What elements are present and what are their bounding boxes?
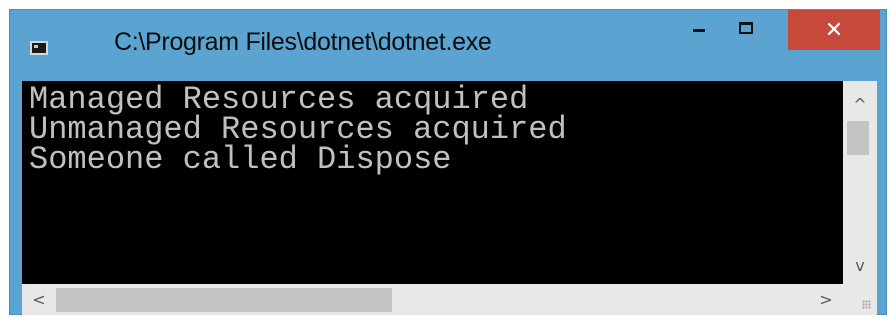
- console-output[interactable]: Managed Resources acquired Unmanaged Res…: [22, 81, 843, 284]
- vertical-scrollbar[interactable]: ^ v: [843, 81, 877, 284]
- vertical-scroll-thumb[interactable]: [847, 121, 869, 155]
- console-window: C:\Program Files\dotnet\dotnet.exe ✕ Man…: [9, 9, 887, 315]
- minimize-icon: [693, 28, 705, 32]
- maximize-icon: [739, 22, 753, 34]
- maximize-button[interactable]: [722, 10, 770, 50]
- horizontal-scrollbar[interactable]: < >: [22, 284, 843, 315]
- scroll-up-icon[interactable]: ^: [843, 89, 877, 119]
- window-title: C:\Program Files\dotnet\dotnet.exe: [114, 28, 492, 56]
- close-icon: ✕: [824, 17, 844, 43]
- console-line: Someone called Dispose: [29, 141, 452, 178]
- title-bar[interactable]: C:\Program Files\dotnet\dotnet.exe ✕: [10, 10, 886, 81]
- resize-grip-icon[interactable]: [862, 300, 871, 309]
- close-button[interactable]: ✕: [788, 10, 880, 50]
- scroll-right-icon[interactable]: >: [811, 284, 841, 315]
- console-app-icon[interactable]: [30, 41, 48, 55]
- minimize-button[interactable]: [676, 10, 722, 50]
- scroll-down-icon[interactable]: v: [843, 250, 877, 280]
- scroll-left-icon[interactable]: <: [24, 284, 54, 315]
- horizontal-scroll-thumb[interactable]: [56, 288, 392, 312]
- scrollbar-corner: [843, 284, 877, 315]
